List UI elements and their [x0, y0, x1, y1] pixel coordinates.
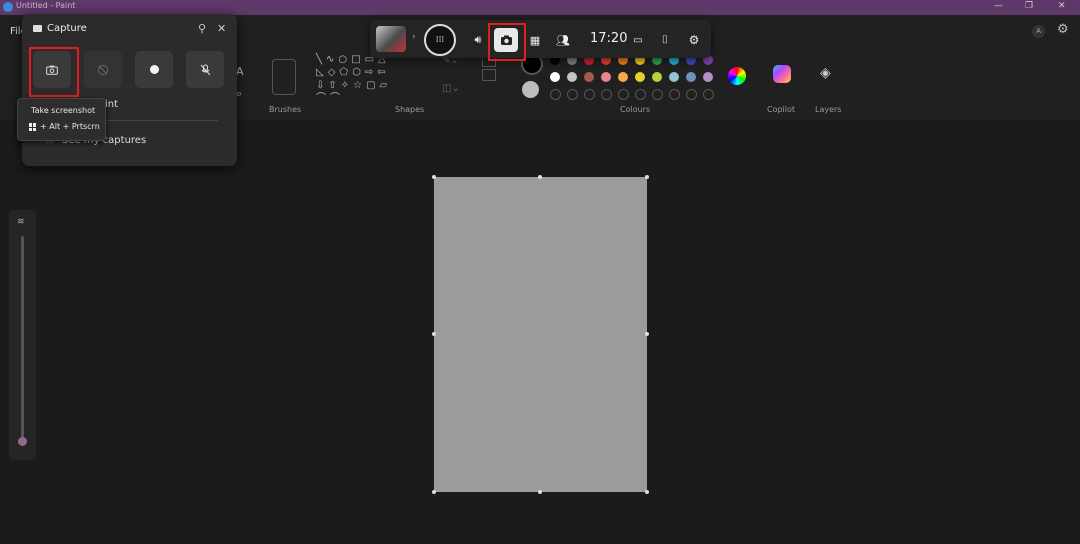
resize-handle[interactable] [645, 490, 649, 494]
brushes-label: Brushes [269, 105, 302, 114]
battery-icon: ▭ [633, 34, 643, 46]
resize-handle[interactable] [538, 175, 542, 179]
layers-label: Layers [815, 105, 842, 114]
social-icon[interactable]: 👥︎ [552, 29, 574, 51]
widget-menu-icon[interactable]: ⁞⁞⁞ [424, 24, 456, 56]
resize-handle[interactable] [538, 490, 542, 494]
custom-colour-slot[interactable] [601, 89, 612, 100]
tooltip: Take screenshot + Alt + Prtscrn [17, 98, 106, 141]
copilot-icon[interactable] [773, 65, 791, 83]
audio-icon[interactable]: 🔊︎ [467, 29, 489, 51]
clock-time: 17:20 [590, 31, 628, 46]
custom-colour-slot[interactable] [584, 89, 595, 100]
colour-swatch[interactable] [618, 72, 628, 82]
resize-handle[interactable] [432, 175, 436, 179]
custom-colour-slot[interactable] [618, 89, 629, 100]
text-tool-icon[interactable]: A [236, 65, 244, 78]
colour-swatch[interactable] [703, 72, 713, 82]
edit-colours-icon[interactable] [728, 67, 746, 85]
custom-colour-slot[interactable] [703, 89, 714, 100]
shapes-gallery[interactable]: ╲∿○□▭△ ◺◇⬠⬡⇨⇦ ⇩⇧✧☆▢▱ ⌒⌒ [316, 53, 426, 104]
colour-swatch[interactable] [567, 72, 577, 82]
account-icon[interactable]: A [1032, 25, 1045, 38]
capture-title-icon [33, 25, 42, 32]
record-last-button[interactable] [84, 51, 122, 88]
settings-icon[interactable]: ⚙ [1057, 22, 1069, 37]
resize-handle[interactable] [432, 490, 436, 494]
custom-colour-slot[interactable] [567, 89, 578, 100]
zoom-slider-thumb[interactable] [18, 437, 27, 446]
chevron-right-icon[interactable]: › [412, 32, 416, 42]
colours-label: Colours [620, 105, 651, 114]
gamebar-settings-icon[interactable]: ⚙ [683, 29, 705, 51]
minimize-icon[interactable]: — [994, 1, 1003, 11]
mic-toggle-button[interactable] [186, 51, 224, 88]
start-recording-button[interactable] [135, 51, 173, 88]
colour-swatch[interactable] [652, 72, 662, 82]
capture-title: Capture [47, 23, 87, 34]
layers-icon[interactable]: ◈ [820, 65, 831, 81]
resize-handle[interactable] [645, 332, 649, 336]
zoom-slider-track[interactable] [21, 236, 24, 441]
close-window-icon[interactable]: ✕ [1058, 1, 1066, 11]
colour-swatch[interactable] [584, 72, 594, 82]
shapes-label: Shapes [395, 105, 425, 114]
screenshot-button[interactable] [33, 51, 71, 88]
windows-key-icon [29, 123, 37, 131]
capture-button[interactable] [494, 28, 518, 52]
custom-colour-slot[interactable] [635, 89, 646, 100]
game-bar: › ⁞⁞⁞ 🔊︎ ▦ 👥︎ 17:20 ▭ ⌷ ⚙ [370, 20, 711, 61]
close-capture-icon[interactable]: ✕ [217, 22, 226, 35]
maximize-icon[interactable]: ❐ [1025, 1, 1033, 11]
window-title: Untitled - Paint [16, 1, 76, 10]
pin-icon[interactable]: ⚲ [198, 22, 206, 35]
drawing-canvas[interactable] [434, 177, 647, 492]
colour-swatch[interactable] [550, 72, 560, 82]
colour-swatch[interactable] [601, 72, 611, 82]
record-dot-icon [149, 65, 159, 74]
custom-colour-slot[interactable] [669, 89, 680, 100]
resize-handle[interactable] [432, 332, 436, 336]
fill-icon[interactable]: ◫⌄ [442, 83, 460, 94]
title-bar: Untitled - Paint — ❐ ✕ [0, 0, 1080, 15]
resize-handle[interactable] [645, 175, 649, 179]
colour-2-swatch[interactable] [522, 81, 539, 98]
copilot-label: Copilot [767, 105, 796, 114]
paint-logo-icon [3, 2, 13, 12]
custom-colour-slot[interactable] [652, 89, 663, 100]
mouse-icon[interactable]: ⌷ [654, 29, 676, 51]
partial-label: int [105, 99, 119, 110]
custom-colour-slot[interactable] [686, 89, 697, 100]
colour-swatch[interactable] [635, 72, 645, 82]
tooltip-title: Take screenshot [31, 106, 96, 115]
shape-option-2[interactable] [482, 69, 496, 81]
tooltip-shortcut: + Alt + Prtscrn [40, 122, 100, 131]
colour-swatch[interactable] [686, 72, 696, 82]
colour-swatch[interactable] [669, 72, 679, 82]
capture-widget: Capture ⚲ ✕ int ▤ See my captures [22, 14, 237, 166]
custom-colour-slot[interactable] [550, 89, 561, 100]
zoom-panel: ≋ [9, 210, 36, 460]
performance-icon[interactable]: ▦ [524, 29, 546, 51]
layers-mini-icon[interactable]: ≋ [17, 217, 25, 227]
app-thumbnail[interactable] [376, 26, 406, 52]
brushes-button[interactable] [272, 59, 296, 95]
